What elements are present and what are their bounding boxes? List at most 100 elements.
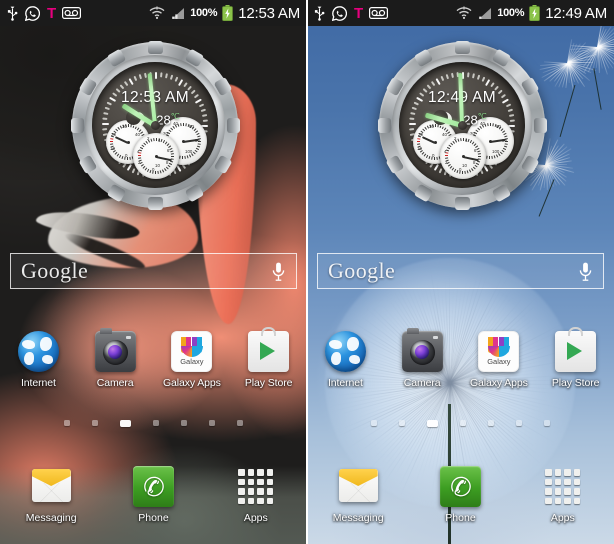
dock-phone[interactable]: ✆ Phone bbox=[409, 466, 511, 524]
apps-grid-cell bbox=[564, 498, 571, 505]
status-bar[interactable]: T 100% 12:49 AM bbox=[307, 0, 614, 26]
apps-grid-cell bbox=[555, 479, 562, 486]
page-dot[interactable] bbox=[209, 420, 215, 426]
page-dot[interactable] bbox=[92, 420, 98, 426]
wifi-icon bbox=[456, 6, 472, 20]
page-dot[interactable] bbox=[181, 420, 187, 426]
app-internet[interactable]: Internet bbox=[0, 331, 77, 389]
page-dot[interactable] bbox=[488, 420, 494, 426]
battery-percent-label: 100% bbox=[190, 7, 217, 19]
microphone-icon[interactable] bbox=[579, 262, 592, 281]
apps-grid-cell bbox=[545, 488, 552, 495]
google-search-bar[interactable]: Google bbox=[10, 253, 297, 289]
dock-messaging[interactable]: Messaging bbox=[0, 466, 102, 524]
app-label-play-store: Play Store bbox=[245, 377, 292, 389]
page-indicator[interactable] bbox=[307, 420, 614, 427]
apps-grid-cell bbox=[267, 488, 274, 495]
bottom-subdial: 2 4 6 8 4 2 0 10 bbox=[133, 133, 179, 179]
usb-icon bbox=[7, 6, 18, 21]
dock: Messaging ✆ Phone Apps bbox=[0, 466, 307, 524]
app-camera[interactable]: Camera bbox=[77, 331, 154, 389]
galaxy-apps-icon: Galaxy bbox=[478, 331, 519, 372]
page-dot[interactable] bbox=[64, 420, 70, 426]
apps-grid-cell bbox=[267, 498, 274, 505]
internet-globe-icon bbox=[18, 331, 59, 372]
dock-label-phone: Phone bbox=[138, 512, 168, 524]
apps-grid-cell bbox=[248, 469, 255, 476]
tmobile-logo-icon: T bbox=[354, 6, 362, 21]
dock-label-phone: Phone bbox=[445, 512, 475, 524]
voicemail-icon bbox=[369, 7, 388, 19]
internet-globe-icon bbox=[325, 331, 366, 372]
app-play-store[interactable]: Play Store bbox=[230, 331, 307, 389]
status-bar-left-icons: T bbox=[7, 6, 81, 21]
status-bar-left-icons: T bbox=[314, 6, 388, 21]
app-row: Internet Camera Galaxy Galaxy Apps Play … bbox=[307, 331, 614, 389]
dock-apps[interactable]: Apps bbox=[205, 466, 307, 524]
page-dot[interactable] bbox=[120, 420, 131, 427]
apps-grid-cell bbox=[257, 479, 264, 486]
app-galaxy-apps[interactable]: Galaxy Galaxy Apps bbox=[154, 331, 231, 389]
apps-grid-cell bbox=[238, 498, 245, 505]
battery-percent-label: 100% bbox=[497, 7, 524, 19]
page-dot[interactable] bbox=[544, 420, 550, 426]
app-galaxy-apps[interactable]: Galaxy Galaxy Apps bbox=[461, 331, 538, 389]
app-camera[interactable]: Camera bbox=[384, 331, 461, 389]
watch-hand-hub bbox=[151, 121, 160, 130]
panel-divider bbox=[306, 0, 308, 544]
camera-icon bbox=[95, 331, 136, 372]
apps-grid-cell bbox=[574, 488, 581, 495]
voicemail-icon bbox=[62, 7, 81, 19]
apps-grid-cell bbox=[248, 498, 255, 505]
dual-homescreen-comparison: T 100% 12:53 AM 12:53 AM 28℃ 20 30 40 10… bbox=[0, 0, 614, 544]
app-play-store[interactable]: Play Store bbox=[537, 331, 614, 389]
dock-label-messaging: Messaging bbox=[333, 512, 384, 524]
status-bar-clock: 12:49 AM bbox=[545, 5, 607, 22]
wifi-icon bbox=[149, 6, 165, 20]
apps-grid-cell bbox=[564, 479, 571, 486]
camera-icon bbox=[402, 331, 443, 372]
google-logo: Google bbox=[328, 258, 395, 284]
whatsapp-icon bbox=[332, 6, 347, 21]
page-dot[interactable] bbox=[516, 420, 522, 426]
dock-label-apps: Apps bbox=[551, 512, 575, 524]
watch-clock-widget[interactable]: 12:49 AM 28℃ 20 30 40 10 50 0 bbox=[379, 42, 545, 208]
apps-grid-cell bbox=[545, 479, 552, 486]
status-bar[interactable]: T 100% 12:53 AM bbox=[0, 0, 307, 26]
microphone-icon[interactable] bbox=[272, 262, 285, 281]
page-dot[interactable] bbox=[399, 420, 405, 426]
app-label-internet: Internet bbox=[21, 377, 56, 389]
dock-apps[interactable]: Apps bbox=[512, 466, 614, 524]
watch-time-label: 12:53 AM bbox=[92, 89, 218, 107]
dock-messaging[interactable]: Messaging bbox=[307, 466, 409, 524]
page-dot[interactable] bbox=[237, 420, 243, 426]
page-indicator[interactable] bbox=[0, 420, 307, 427]
messaging-envelope-icon bbox=[31, 466, 72, 507]
page-dot[interactable] bbox=[460, 420, 466, 426]
usb-icon bbox=[314, 6, 325, 21]
dock-phone[interactable]: ✆ Phone bbox=[102, 466, 204, 524]
google-search-bar[interactable]: Google bbox=[317, 253, 604, 289]
apps-grid-cell bbox=[267, 469, 274, 476]
homescreen-right: T 100% 12:49 AM 12:49 AM 28℃ 20 30 40 10… bbox=[307, 0, 614, 544]
page-dot[interactable] bbox=[153, 420, 159, 426]
apps-grid-cell bbox=[257, 498, 264, 505]
watch-temperature-label: 28℃ bbox=[463, 112, 486, 127]
apps-grid-cell bbox=[555, 488, 562, 495]
phone-glyph: ✆ bbox=[141, 472, 166, 501]
phone-handset-icon: ✆ bbox=[133, 466, 174, 507]
battery-charging-icon bbox=[222, 5, 233, 21]
tmobile-logo-icon: T bbox=[47, 6, 55, 21]
status-bar-right-icons: 100% 12:53 AM bbox=[149, 5, 300, 22]
page-dot[interactable] bbox=[427, 420, 438, 427]
dock-label-messaging: Messaging bbox=[26, 512, 77, 524]
apps-grid-cell bbox=[257, 469, 264, 476]
page-dot[interactable] bbox=[371, 420, 377, 426]
app-internet[interactable]: Internet bbox=[307, 331, 384, 389]
watch-clock-widget[interactable]: 12:53 AM 28℃ 20 30 40 10 50 0 bbox=[72, 42, 238, 208]
apps-grid-icon bbox=[235, 466, 276, 507]
app-label-internet: Internet bbox=[328, 377, 363, 389]
apps-grid-cell bbox=[564, 469, 571, 476]
apps-grid-cell bbox=[248, 488, 255, 495]
apps-grid-cell bbox=[267, 479, 274, 486]
